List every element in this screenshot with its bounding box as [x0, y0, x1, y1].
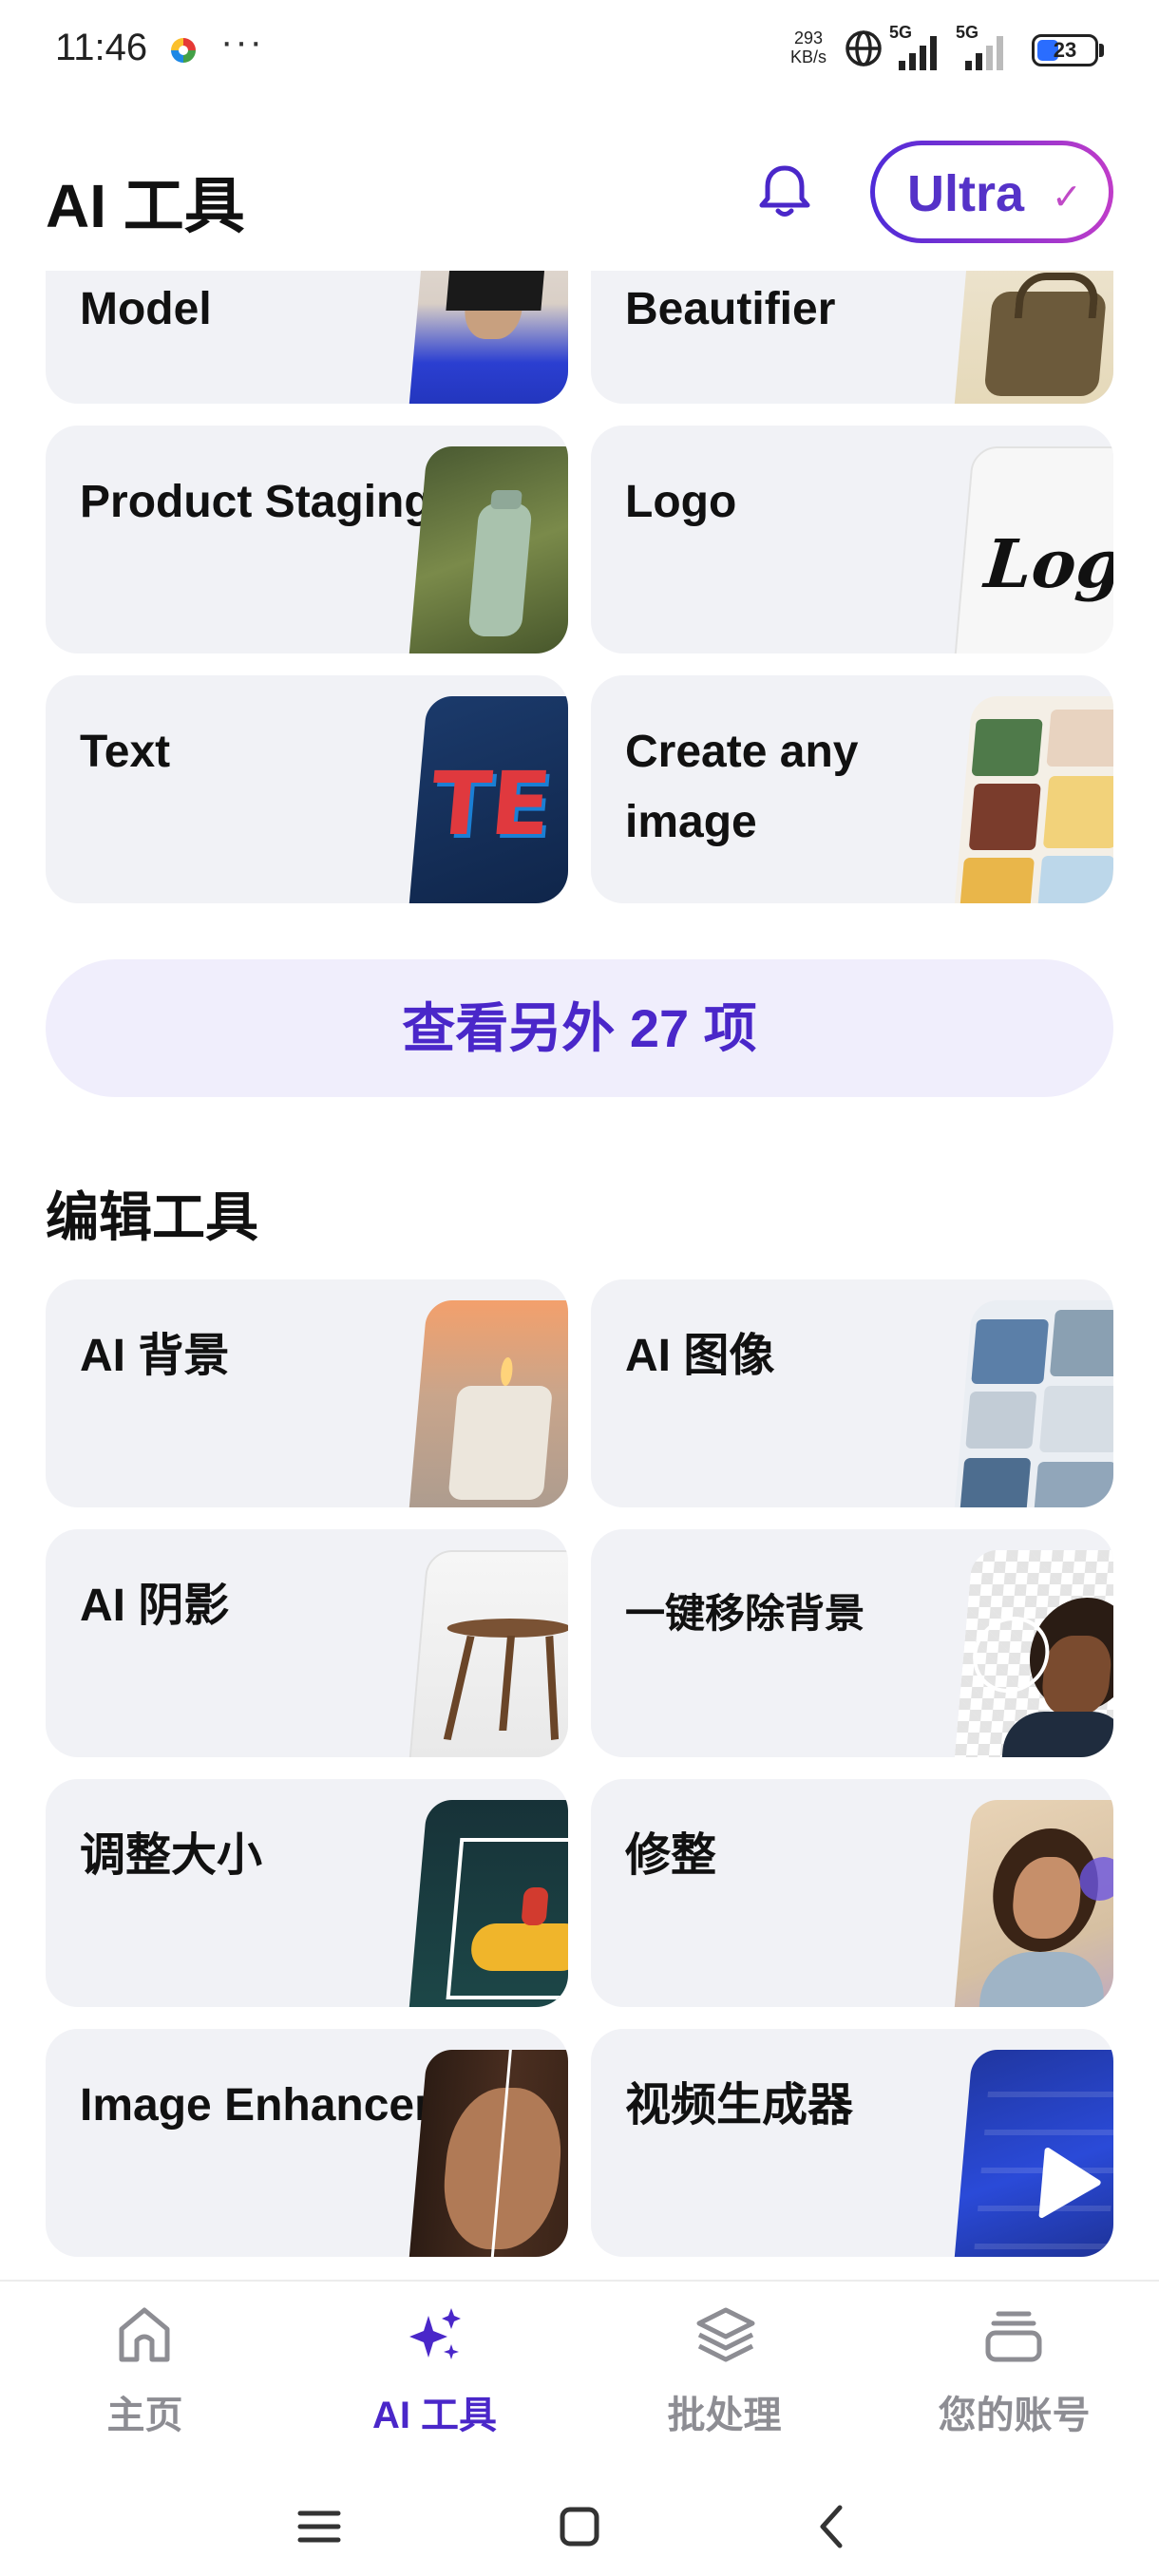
app-header: AI 工具 Ultra ✓ — [0, 104, 1159, 271]
menu-icon[interactable] — [291, 2498, 348, 2555]
tool-card-ai-background[interactable]: AI 背景 — [46, 1279, 568, 1507]
nav-label: 批处理 — [667, 2395, 782, 2436]
text-thumbnail: TE — [407, 696, 568, 903]
tool-card-create-any-image[interactable]: Create any image — [591, 675, 1113, 903]
ultra-subscription-button[interactable]: Ultra ✓ — [870, 141, 1113, 243]
page-title: AI 工具 — [46, 172, 245, 240]
nav-label: AI 工具 — [371, 2395, 498, 2436]
tools-scroll-area[interactable]: Model Beautifier Product Staging Logo Lo… — [0, 271, 1159, 2280]
tool-card-label: Image Enhancer — [80, 2080, 432, 2131]
home-icon — [119, 2307, 170, 2362]
beautifier-thumbnail — [952, 271, 1113, 404]
tool-card-label: Logo — [625, 477, 737, 527]
back-icon[interactable] — [804, 2498, 861, 2555]
tool-card-label: 调整大小 — [80, 1830, 263, 1881]
account-stack-icon — [985, 2311, 1042, 2362]
ai-background-thumbnail — [407, 1300, 568, 1507]
signal-5g-1: 5G — [889, 23, 946, 77]
create-any-image-thumbnail — [952, 696, 1113, 903]
image-enhancer-thumbnail — [407, 2050, 568, 2257]
tool-card-image-enhancer[interactable]: Image Enhancer — [46, 2029, 568, 2257]
status-time: 11:46 — [55, 27, 148, 68]
tool-card-label: 修整 — [625, 1830, 717, 1881]
network-speed-value: 293 — [793, 28, 824, 47]
signal-5g-2: 5G — [956, 23, 1022, 77]
sparkles-icon — [409, 2308, 461, 2359]
tool-card-ai-shadow[interactable]: AI 阴影 — [46, 1529, 568, 1757]
network-type-1: 5G — [889, 23, 913, 42]
tool-card-retouch[interactable]: 修整 — [591, 1779, 1113, 2007]
play-icon — [1038, 2148, 1101, 2218]
nav-batch[interactable]: 批处理 — [580, 2282, 869, 2472]
bell-icon[interactable] — [750, 157, 819, 225]
layers-icon — [696, 2307, 755, 2362]
app-notification-icon — [171, 38, 196, 63]
tool-card-ai-image[interactable]: AI 图像 — [591, 1279, 1113, 1507]
more-notifications-icon: ··· — [220, 21, 264, 63]
nav-ai-tools[interactable]: AI 工具 — [290, 2282, 580, 2472]
tool-card-text[interactable]: Text TE — [46, 675, 568, 903]
resize-thumbnail — [407, 1800, 568, 2007]
tool-card-label: Model — [80, 284, 212, 334]
edit-tools-heading: 编辑工具 — [46, 1187, 258, 1247]
model-thumbnail — [407, 271, 568, 404]
nav-home[interactable]: 主页 — [0, 2282, 290, 2472]
tool-card-label: AI 背景 — [80, 1331, 230, 1381]
battery-level: 23 — [1053, 38, 1077, 62]
tool-card-product-staging[interactable]: Product Staging — [46, 426, 568, 653]
ultra-label: Ultra — [907, 165, 1025, 222]
retouch-thumbnail — [952, 1800, 1113, 2007]
tool-card-model[interactable]: Model — [46, 271, 568, 404]
tool-card-label: Text — [80, 727, 171, 777]
network-speed: 293 KB/s — [790, 28, 826, 66]
status-bar: 11:46 ··· 293 KB/s 5G 5G 23 — [0, 0, 1159, 104]
tool-card-label: Beautifier — [625, 284, 836, 334]
tool-card-label: 一键移除背景 — [625, 1591, 865, 1636]
network-type-2: 5G — [956, 23, 979, 42]
network-speed-unit: KB/s — [790, 47, 827, 66]
tool-card-label: AI 图像 — [625, 1331, 775, 1381]
tool-card-beautifier[interactable]: Beautifier — [591, 271, 1113, 404]
nav-label: 主页 — [106, 2395, 183, 2436]
tool-card-logo[interactable]: Logo Log — [591, 426, 1113, 653]
nav-label: 您的账号 — [938, 2395, 1091, 2436]
product-staging-thumbnail — [407, 446, 568, 653]
video-generator-thumbnail — [952, 2050, 1113, 2257]
tool-card-label: 视频生成器 — [625, 2080, 854, 2131]
tool-card-video-generator[interactable]: 视频生成器 — [591, 2029, 1113, 2257]
check-icon: ✓ — [1052, 178, 1082, 218]
tool-card-resize[interactable]: 调整大小 — [46, 1779, 568, 2007]
ai-image-thumbnail — [952, 1300, 1113, 1507]
tool-card-label: AI 阴影 — [80, 1581, 230, 1631]
bottom-navigation: 主页 AI 工具 批处理 您的账号 — [0, 2280, 1159, 2472]
see-more-button[interactable]: 查看另外 27 项 — [46, 959, 1113, 1097]
ai-shadow-thumbnail — [407, 1550, 568, 1757]
nav-account[interactable]: 您的账号 — [869, 2282, 1159, 2472]
tool-card-label: Product Staging — [80, 477, 432, 527]
logo-thumbnail: Log — [952, 446, 1113, 653]
battery-icon: 23 — [1032, 34, 1098, 66]
remove-background-thumbnail — [952, 1550, 1113, 1757]
globe-icon — [846, 30, 882, 66]
see-more-label: 查看另外 27 项 — [402, 998, 757, 1058]
tool-card-remove-background[interactable]: 一键移除背景 — [591, 1529, 1113, 1757]
tool-card-label: Create any image — [625, 727, 859, 847]
home-square-icon[interactable] — [551, 2498, 608, 2555]
system-navigation-bar — [0, 2470, 1159, 2576]
